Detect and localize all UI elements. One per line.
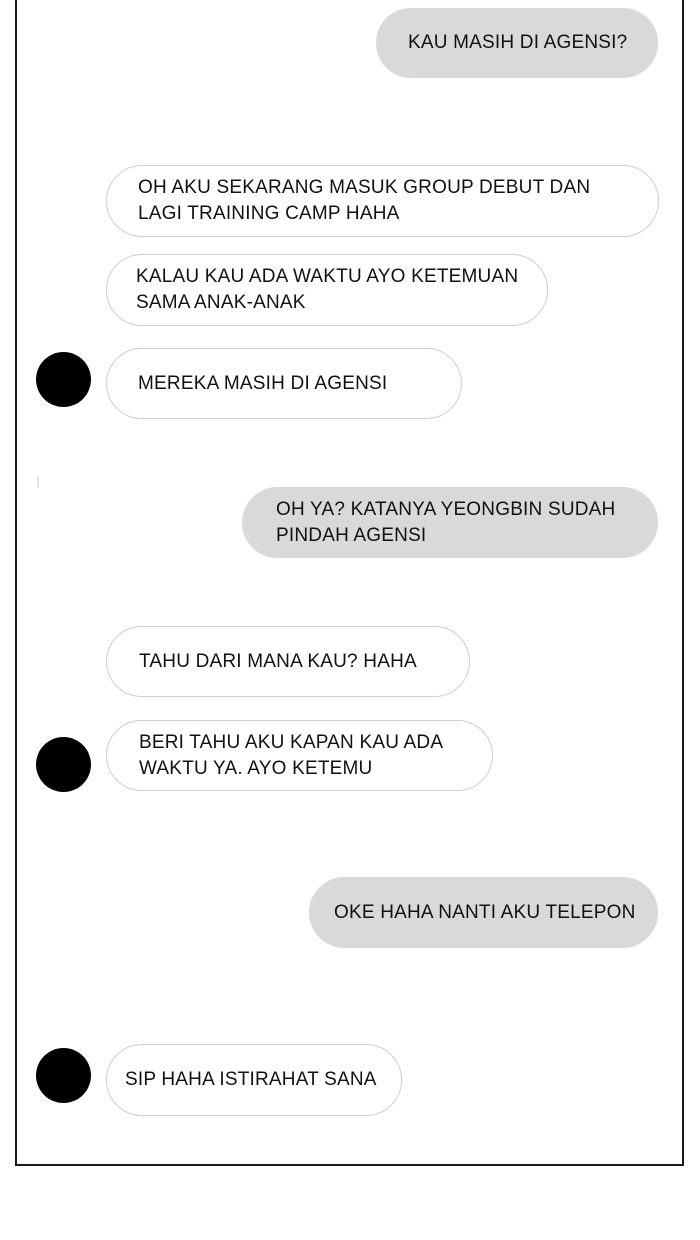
friend-avatar[interactable] bbox=[36, 737, 91, 792]
message-text: OH AKU SEKARANG MASUK GROUP DEBUT DAN LA… bbox=[138, 177, 591, 224]
received-message-bubble: BERI TAHU AKU KAPAN KAU ADA WAKTU YA. AY… bbox=[106, 720, 493, 791]
received-message-bubble: KALAU KAU ADA WAKTU AYO KETEMUAN SAMA AN… bbox=[106, 254, 548, 326]
received-message-bubble: OH AKU SEKARANG MASUK GROUP DEBUT DAN LA… bbox=[106, 165, 659, 237]
message-text: KAU MASIH DI AGENSI? bbox=[408, 32, 628, 53]
message-text: SIP HAHA ISTIRAHAT SANA bbox=[125, 1069, 377, 1090]
friend-avatar[interactable] bbox=[36, 1048, 91, 1103]
sent-message-bubble: KAU MASIH DI AGENSI? bbox=[376, 8, 658, 78]
received-message-bubble: MEREKA MASIH DI AGENSI bbox=[106, 348, 462, 419]
friend-avatar[interactable] bbox=[36, 352, 91, 407]
message-text: KALAU KAU ADA WAKTU AYO KETEMUAN SAMA AN… bbox=[136, 266, 519, 313]
received-message-bubble: TAHU DARI MANA KAU? HAHA bbox=[106, 626, 470, 697]
message-text: MEREKA MASIH DI AGENSI bbox=[138, 372, 388, 394]
received-message-bubble: SIP HAHA ISTIRAHAT SANA bbox=[106, 1044, 402, 1116]
sent-message-bubble: OH YA? KATANYA YEONGBIN SUDAH PINDAH AGE… bbox=[242, 487, 658, 558]
message-text: OKE HAHA NANTI AKU TELEPON bbox=[334, 901, 636, 923]
message-text: TAHU DARI MANA KAU? HAHA bbox=[139, 650, 417, 672]
scan-speck bbox=[37, 476, 39, 488]
message-text: OH YA? KATANYA YEONGBIN SUDAH PINDAH AGE… bbox=[276, 498, 616, 546]
message-text: BERI TAHU AKU KAPAN KAU ADA WAKTU YA. AY… bbox=[139, 731, 444, 779]
sent-message-bubble: OKE HAHA NANTI AKU TELEPON bbox=[309, 877, 658, 948]
